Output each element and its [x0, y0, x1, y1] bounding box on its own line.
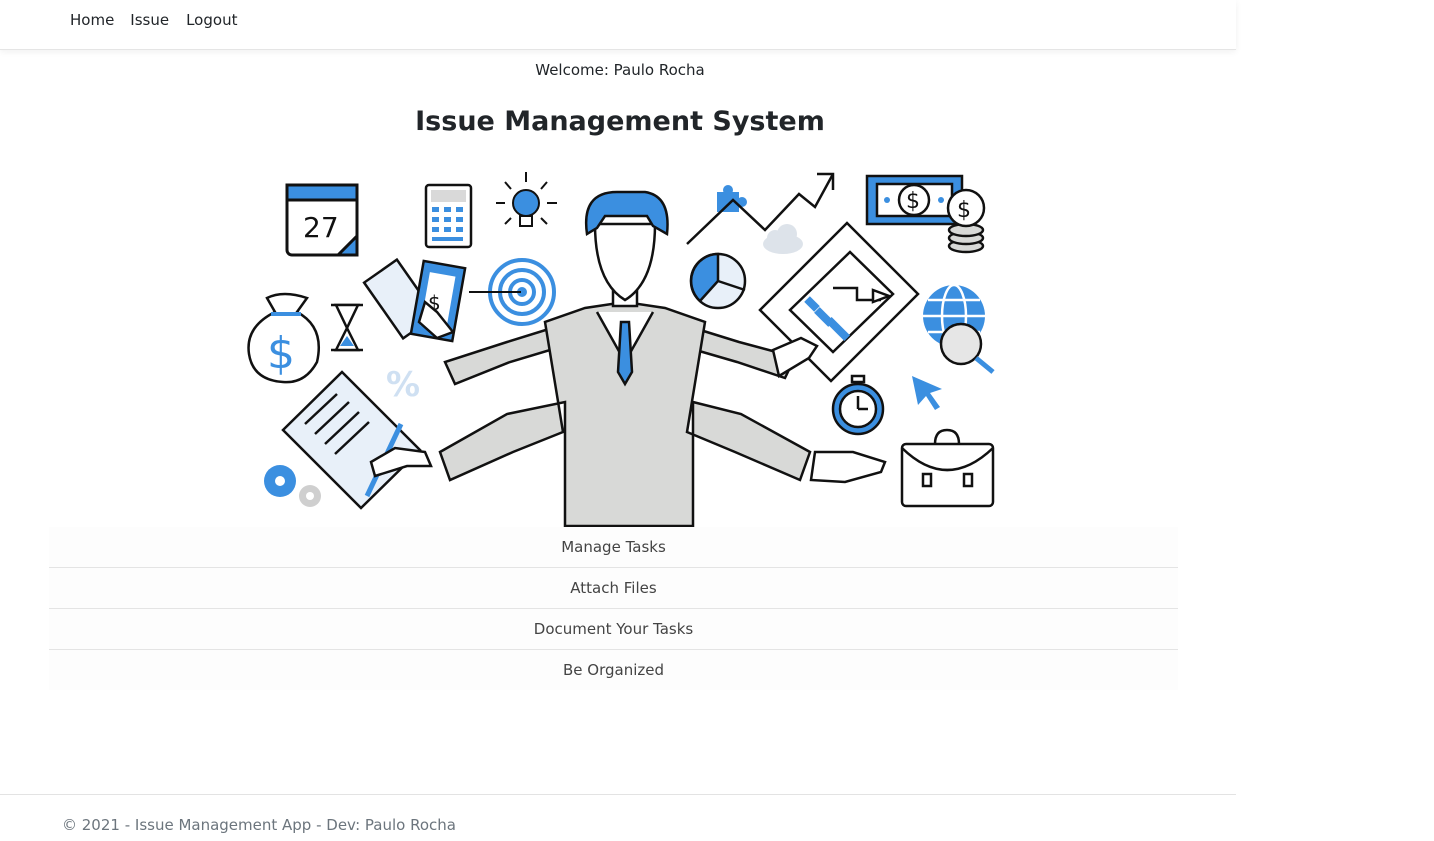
welcome-message: Welcome: Paulo Rocha — [535, 61, 705, 79]
banknote-icon: $ — [865, 174, 964, 226]
gear-icon — [264, 465, 321, 507]
target-icon — [469, 258, 556, 326]
trend-arrow-icon — [686, 172, 835, 245]
calendar-icon: 27 — [285, 183, 359, 257]
lightbulb-icon — [496, 172, 557, 227]
feature-item-be-organized: Be Organized — [562, 661, 664, 679]
cursor-icon — [912, 376, 942, 410]
globe-search-icon — [923, 283, 995, 374]
nav-logout-link[interactable]: Logout — [186, 11, 237, 29]
cloud-icon — [763, 224, 803, 254]
hourglass-icon — [331, 303, 363, 352]
briefcase-icon — [900, 428, 995, 508]
feature-item-document-tasks: Document Your Tasks — [49, 609, 1178, 650]
dollar-sign: $ — [267, 328, 295, 379]
page-title: Issue Management System — [415, 106, 825, 137]
feature-list: Manage Tasks Attach Files Document Your … — [49, 527, 1178, 690]
top-navbar: Home Issue Logout — [0, 0, 1236, 50]
nav-links: Home Issue Logout — [70, 11, 253, 29]
calendar-day: 27 — [303, 211, 339, 244]
nav-home-link[interactable]: Home — [70, 11, 114, 29]
footer-divider — [0, 794, 1236, 795]
percent-symbol: % — [386, 365, 420, 405]
feature-item-attach-files: Attach Files — [49, 568, 1178, 609]
calculator-icon — [424, 183, 473, 249]
svg-text:$: $ — [957, 198, 971, 223]
hero-illustration: 27 $ $ $ % $ — [247, 172, 995, 528]
nav-issue-link[interactable]: Issue — [130, 11, 169, 29]
footer-text: © 2021 - Issue Management App - Dev: Pau… — [62, 816, 456, 834]
svg-text:$: $ — [906, 189, 920, 214]
stopwatch-icon — [831, 374, 885, 436]
feature-item-manage-tasks: Manage Tasks — [49, 527, 1178, 568]
pie-chart-icon — [689, 252, 747, 310]
money-bag-icon: $ — [247, 292, 320, 384]
coins-icon: $ — [946, 188, 986, 254]
